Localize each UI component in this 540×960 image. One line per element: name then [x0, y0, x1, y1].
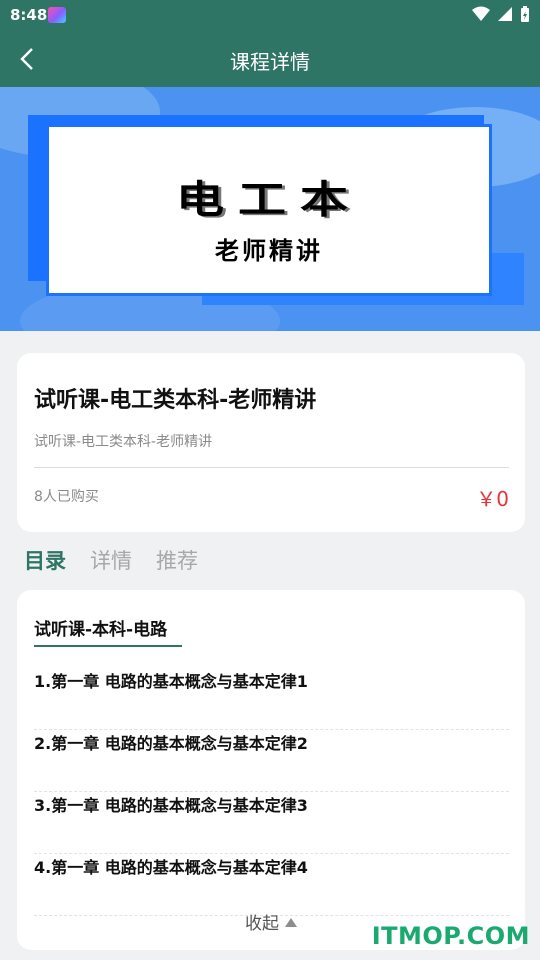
page-title: 课程详情	[230, 50, 310, 74]
catalog-card: 试听课-本科-电路 1.第一章 电路的基本概念与基本定律1 2.第一章 电路的基…	[17, 590, 525, 950]
status-time: 8:48	[10, 6, 48, 24]
wifi-icon	[472, 6, 490, 21]
banner-title: 电工本	[175, 177, 362, 223]
lesson-title: 3.第一章 电路的基本概念与基本定律3	[34, 796, 308, 815]
section-title[interactable]: 试听课-本科-电路	[34, 615, 167, 640]
course-info-card: 试听课-电工类本科-老师精讲 试听课-电工类本科-老师精讲 8人已购买 ￥0	[17, 353, 525, 532]
course-price: ￥0	[476, 487, 509, 511]
list-item[interactable]: 2.第一章 电路的基本概念与基本定律2	[34, 730, 509, 792]
list-item[interactable]: 4.第一章 电路的基本概念与基本定律4	[34, 854, 509, 916]
course-subtitle: 试听课-电工类本科-老师精讲	[34, 434, 213, 450]
lesson-title: 4.第一章 电路的基本概念与基本定律4	[34, 858, 308, 877]
battery-icon	[521, 6, 529, 22]
app-notification-icon	[48, 7, 66, 23]
tab-recommend[interactable]: 推荐	[156, 545, 198, 575]
signal-icon	[498, 7, 512, 21]
detail-tabs: 目录 详情 推荐	[24, 545, 198, 575]
section-underline	[34, 645, 182, 647]
tab-catalog[interactable]: 目录	[24, 545, 66, 575]
app-bar: 课程详情	[0, 30, 540, 87]
lesson-title: 2.第一章 电路的基本概念与基本定律2	[34, 734, 308, 753]
list-item[interactable]: 3.第一章 电路的基本概念与基本定律3	[34, 792, 509, 854]
banner-card: 电工本 老师精讲	[46, 124, 492, 296]
course-title: 试听课-电工类本科-老师精讲	[34, 388, 317, 413]
tab-details[interactable]: 详情	[90, 545, 132, 575]
status-icons	[472, 6, 530, 22]
banner-subtitle: 老师精讲	[215, 237, 323, 265]
divider	[34, 467, 509, 468]
buyer-count: 8人已购买	[34, 489, 99, 505]
status-bar: 8:48	[0, 0, 540, 30]
collapse-label: 收起	[245, 914, 279, 934]
list-item[interactable]: 1.第一章 电路的基本概念与基本定律1	[34, 668, 509, 730]
triangle-up-icon	[285, 918, 297, 927]
lesson-title: 1.第一章 电路的基本概念与基本定律1	[34, 672, 308, 691]
course-banner: 电工本 老师精讲	[0, 87, 540, 331]
watermark: ITMOP.COM	[371, 922, 530, 950]
